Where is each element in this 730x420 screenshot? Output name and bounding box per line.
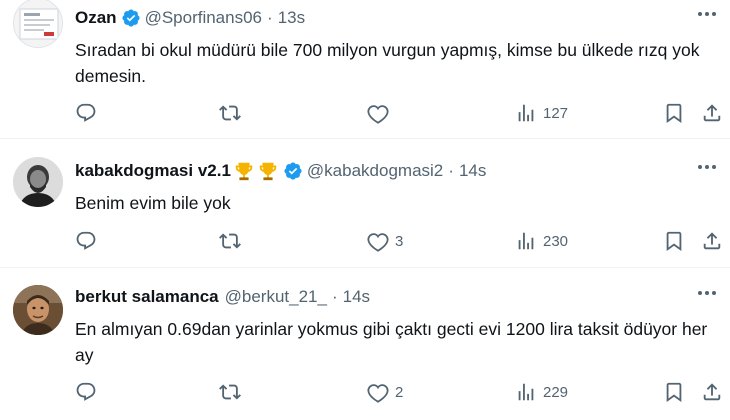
views-button[interactable]: 127 — [515, 102, 568, 124]
more-options-icon[interactable] — [698, 165, 716, 169]
bookmark-icon — [666, 231, 682, 252]
tweet-text: Benim evim bile yok — [75, 193, 231, 213]
retweet-icon — [219, 105, 241, 121]
bookmark-button[interactable] — [663, 381, 685, 403]
reply-icon — [76, 382, 96, 401]
bookmark-icon — [666, 103, 682, 124]
author-name[interactable]: berkut salamanca — [75, 287, 219, 307]
tweet[interactable]: Ozan @Sporfinans06 · 13s Sıradan bi okul… — [0, 0, 730, 139]
separator-dot: · — [267, 8, 273, 27]
views-icon — [518, 232, 534, 250]
author-handle[interactable]: @berkut_21_ — [225, 287, 327, 307]
tweet-text: Sıradan bi okul müdürü bile 700 milyon v… — [75, 40, 700, 86]
avatar[interactable] — [13, 285, 63, 335]
views-button[interactable]: 229 — [515, 381, 568, 403]
author-handle[interactable]: @kabakdogmasi2 — [307, 161, 443, 181]
share-icon — [703, 104, 721, 122]
timestamp[interactable]: 14s — [459, 161, 486, 181]
more-options-icon[interactable] — [698, 291, 716, 295]
bookmark-button[interactable] — [663, 230, 685, 252]
tweet[interactable]: kabakdogmasi v2.1 @kabakdogmasi2 · 14s B… — [0, 139, 730, 268]
verified-badge-icon — [121, 8, 141, 28]
share-button[interactable] — [701, 102, 723, 124]
share-icon — [703, 232, 721, 250]
bookmark-icon — [666, 382, 682, 403]
bookmark-button[interactable] — [663, 102, 685, 124]
reply-button[interactable] — [75, 230, 97, 252]
like-button[interactable]: 2 — [367, 381, 403, 403]
retweet-button[interactable] — [219, 230, 241, 252]
author-name[interactable]: kabakdogmasi v2.1 — [75, 161, 231, 181]
view-count: 127 — [543, 104, 569, 122]
avatar[interactable] — [13, 157, 63, 207]
like-count: 3 — [395, 232, 404, 250]
heart-icon — [367, 233, 389, 252]
action-bar: 127 — [75, 102, 725, 126]
avatar[interactable] — [13, 0, 63, 48]
view-count: 229 — [543, 383, 569, 401]
share-button[interactable] — [701, 230, 723, 252]
view-count: 230 — [543, 232, 569, 250]
retweet-icon — [219, 384, 241, 400]
separator-dot: · — [331, 287, 338, 306]
timestamp[interactable]: 14s — [343, 287, 370, 307]
heart-icon — [367, 105, 389, 124]
action-bar: 2 229 — [75, 381, 725, 405]
tweet-text: En almıyan 0.69dan yarinlar yokmus gibi … — [75, 319, 708, 365]
author-name[interactable]: Ozan — [75, 8, 117, 28]
like-button[interactable] — [367, 102, 395, 124]
separator-dot: · — [448, 161, 454, 180]
trophy-icon — [233, 160, 255, 182]
views-icon — [518, 383, 534, 401]
action-bar: 3 230 — [75, 230, 725, 254]
heart-icon — [367, 384, 389, 403]
retweet-button[interactable] — [219, 381, 241, 403]
timestamp[interactable]: 13s — [278, 8, 305, 28]
reply-icon — [76, 231, 96, 250]
more-options-icon[interactable] — [698, 12, 716, 16]
retweet-icon — [219, 233, 241, 249]
share-button[interactable] — [701, 381, 723, 403]
share-icon — [703, 383, 721, 401]
author-handle[interactable]: @Sporfinans06 — [145, 8, 262, 28]
like-count: 2 — [395, 383, 404, 401]
views-icon — [518, 104, 534, 122]
reply-button[interactable] — [75, 102, 97, 124]
like-button[interactable]: 3 — [367, 230, 403, 252]
retweet-button[interactable] — [219, 102, 241, 124]
verified-badge-icon — [283, 161, 303, 181]
trophy-icon — [257, 160, 279, 182]
tweet[interactable]: berkut salamanca @berkut_21_ · 14s En al… — [0, 268, 730, 420]
views-button[interactable]: 230 — [515, 230, 568, 252]
reply-icon — [76, 103, 96, 122]
reply-button[interactable] — [75, 381, 97, 403]
